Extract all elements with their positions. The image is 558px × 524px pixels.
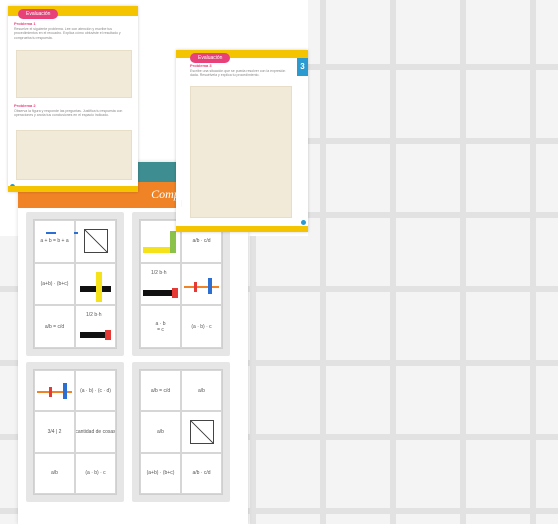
grid-cell xyxy=(181,411,222,453)
black-bar-icon xyxy=(80,332,105,339)
cell-text: a/b · c/d xyxy=(192,238,211,245)
cell-text: a/b · c/d xyxy=(192,470,211,477)
square-diagonal-icon xyxy=(189,419,214,444)
unit-number-badge: 3 xyxy=(297,58,308,76)
activity-card-3: (a · b) · (c · d) 3/4 | 2 cantidad de co… xyxy=(26,362,124,502)
grid-cell xyxy=(140,220,181,263)
red-marker-icon xyxy=(105,330,111,341)
yellow-bar-icon xyxy=(96,271,102,302)
grid-cell: a + b = b + a xyxy=(34,220,75,263)
side-margin-text: ······· xyxy=(180,200,184,207)
cell-text: a/b = c/d xyxy=(150,387,171,394)
cell-text: (a · b) · (c · d) xyxy=(80,387,111,394)
blue-mark xyxy=(74,232,78,234)
yellow-bottom-bar xyxy=(8,186,138,192)
evaluation-page-2: Evaluación 3 Problema 3 Escribe una situ… xyxy=(176,50,308,232)
grid-cell: (a · b) · (c · d) xyxy=(75,370,116,412)
grid-cell: a/b = c/d xyxy=(34,305,75,348)
orange-line-icon xyxy=(184,285,219,288)
evaluation-tab: Evaluación xyxy=(190,53,231,63)
cell-text: a/b = c/d xyxy=(44,323,65,330)
cell-text: a/b xyxy=(157,428,164,435)
grid-cell: (a+b) · (b+c) xyxy=(34,262,75,306)
grid-cell: a/b xyxy=(181,370,222,412)
blue-tick-icon xyxy=(63,383,67,399)
cell-text: 1/2 b·h xyxy=(86,312,102,319)
cell-text: 3/4 | 2 xyxy=(47,428,62,435)
cell-text: a/b xyxy=(51,470,58,477)
cell-text: (a+b) · (b+c) xyxy=(40,280,69,287)
grid-cell: (a+b) · (b+c) xyxy=(140,452,181,494)
grid-cell: 1/2 b·h xyxy=(140,262,181,306)
cell-text: a + b = b + a xyxy=(40,238,69,245)
problem-1-heading: Problema 1 xyxy=(14,21,36,26)
evaluation-tab: Evaluación xyxy=(18,9,59,19)
problem-3-block: Problema 3 Escribe una situación que se … xyxy=(190,63,290,78)
answer-box-3[interactable] xyxy=(190,86,292,218)
cell-text: (a · b) · c xyxy=(191,323,212,330)
grid-cell xyxy=(181,262,222,306)
page-number-dot xyxy=(301,220,306,225)
grid-cell: (a · b) · c xyxy=(181,305,222,348)
cell-text: cantidad de cosas xyxy=(75,428,116,435)
activity-card-2: a/b · c/d 1/2 b·h a · b = c (a · b) · c xyxy=(132,212,230,356)
cell-text: a/b xyxy=(198,387,205,394)
grid-cell: 1/2 b·h xyxy=(75,305,116,348)
blue-mark xyxy=(46,232,56,234)
blue-tick-icon xyxy=(208,277,212,294)
grid-cell: a/b xyxy=(34,452,75,494)
green-bar-icon xyxy=(170,231,176,253)
yellow-bar-icon xyxy=(143,247,172,253)
grid-cell xyxy=(34,370,75,412)
square-diagonal-icon xyxy=(83,229,108,254)
black-bar-icon xyxy=(143,289,172,296)
grid-cell xyxy=(75,262,116,306)
problem-1-text: Resuelve el siguiente problema. Lee con … xyxy=(14,26,121,40)
problem-3-heading: Problema 3 xyxy=(190,63,212,68)
card-grid: a/b · c/d 1/2 b·h a · b = c (a · b) · c xyxy=(139,219,223,349)
red-marker-icon xyxy=(172,287,178,298)
red-tick-icon xyxy=(49,387,52,397)
grid-cell xyxy=(75,220,116,263)
problem-3-text: Escribe una situación que se pueda resol… xyxy=(190,68,286,78)
red-tick-icon xyxy=(194,281,197,292)
problem-2-block: Problema 2 Observa la figura y responde … xyxy=(14,103,132,118)
answer-box-2[interactable] xyxy=(16,130,132,180)
grid-cell: a/b = c/d xyxy=(140,370,181,412)
card-grid: a + b = b + a (a+b) · (b+c) a/b = c/d 1/… xyxy=(33,219,117,349)
grid-cell: a/b · c/d xyxy=(181,452,222,494)
card-grid: (a · b) · (c · d) 3/4 | 2 cantidad de co… xyxy=(33,369,117,495)
grid-cell: a · b = c xyxy=(140,305,181,348)
problem-1-block: Problema 1 Resuelve el siguiente problem… xyxy=(14,21,132,40)
problem-2-heading: Problema 2 xyxy=(14,103,36,108)
answer-box-1[interactable] xyxy=(16,50,132,98)
problem-2-text: Observa la figura y responde las pregunt… xyxy=(14,108,123,118)
grid-cell: cantidad de cosas xyxy=(75,411,116,453)
cell-text: (a+b) · (b+c) xyxy=(146,470,175,477)
grid-cell: a/b xyxy=(140,411,181,453)
activity-card-4: a/b = c/d a/b a/b (a+b) · (b+c) a/b · c/… xyxy=(132,362,230,502)
yellow-bottom-bar xyxy=(176,226,308,232)
card-grid: a/b = c/d a/b a/b (a+b) · (b+c) a/b · c/… xyxy=(139,369,223,495)
grid-cell: 3/4 | 2 xyxy=(34,411,75,453)
evaluation-page-1: Evaluación Problema 1 Resuelve el siguie… xyxy=(8,6,138,192)
cell-text: a · b = c xyxy=(155,320,166,333)
grid-cell: (a · b) · c xyxy=(75,452,116,494)
cell-text: 1/2 b·h xyxy=(151,269,167,276)
cell-text: (a · b) · c xyxy=(85,470,106,477)
